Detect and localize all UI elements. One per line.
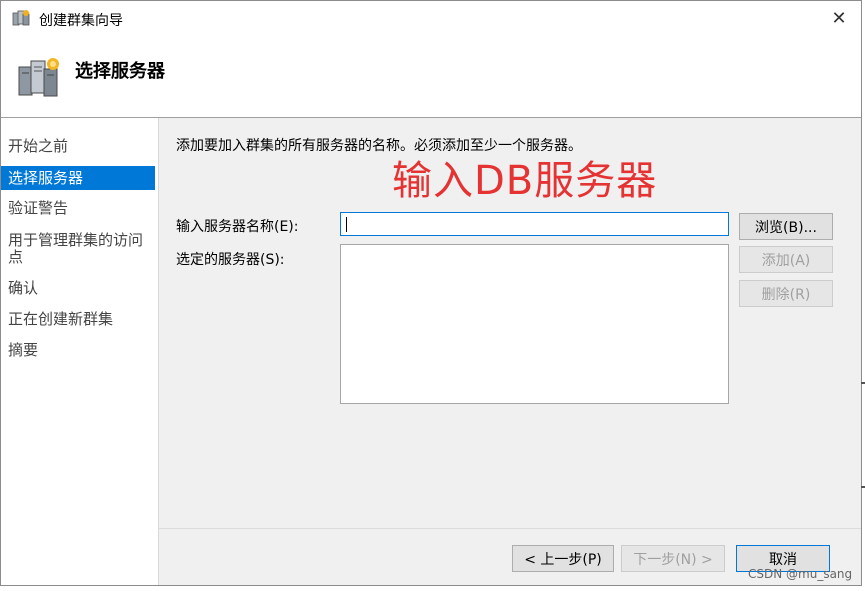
cluster-icon — [12, 10, 30, 26]
step-access-point[interactable]: 用于管理群集的访问点 — [1, 232, 155, 268]
server-name-label: 输入服务器名称(E): — [176, 219, 299, 235]
server-name-input[interactable] — [340, 212, 729, 236]
close-button[interactable]: ✕ — [825, 5, 853, 31]
step-summary[interactable]: 摘要 — [1, 342, 155, 362]
server-cluster-icon — [18, 58, 59, 97]
step-confirmation[interactable]: 确认 — [1, 280, 155, 300]
step-creating-cluster[interactable]: 正在创建新群集 — [1, 311, 155, 331]
remove-button[interactable]: 删除(R) — [739, 280, 833, 307]
selected-servers-label: 选定的服务器(S): — [176, 252, 285, 268]
browse-button[interactable]: 浏览(B)... — [739, 213, 833, 240]
red-annotation: 输入DB服务器 — [392, 158, 658, 204]
close-icon: ✕ — [831, 7, 847, 29]
step-select-servers[interactable]: 选择服务器 — [1, 166, 155, 190]
text-caret — [346, 217, 347, 232]
edge-mark — [861, 486, 865, 488]
title-bar[interactable]: 创建群集向导 ✕ — [1, 1, 861, 37]
window-title: 创建群集向导 — [39, 13, 123, 29]
wizard-content: 添加要加入群集的所有服务器的名称。必须添加至少一个服务器。 输入DB服务器 输入… — [159, 118, 861, 585]
selected-servers-list[interactable] — [340, 244, 729, 404]
wizard-steps: 开始之前 选择服务器 验证警告 用于管理群集的访问点 确认 正在创建新群集 摘要 — [1, 118, 159, 585]
previous-button[interactable]: < 上一步(P) — [512, 545, 614, 572]
add-button[interactable]: 添加(A) — [739, 246, 833, 273]
watermark: CSDN @mu_sang — [748, 567, 853, 581]
edge-mark — [861, 382, 865, 384]
wizard-window: 创建群集向导 ✕ 选择服务器 开始之前 选择服务器 验证警告 用于管理群集的访问… — [0, 0, 862, 586]
step-before-you-begin[interactable]: 开始之前 — [1, 138, 155, 158]
next-button[interactable]: 下一步(N) > — [621, 545, 725, 572]
wizard-header: 选择服务器 — [1, 37, 861, 117]
footer-divider — [159, 528, 861, 529]
step-validation-warning[interactable]: 验证警告 — [1, 200, 155, 220]
page-title: 选择服务器 — [75, 61, 165, 82]
